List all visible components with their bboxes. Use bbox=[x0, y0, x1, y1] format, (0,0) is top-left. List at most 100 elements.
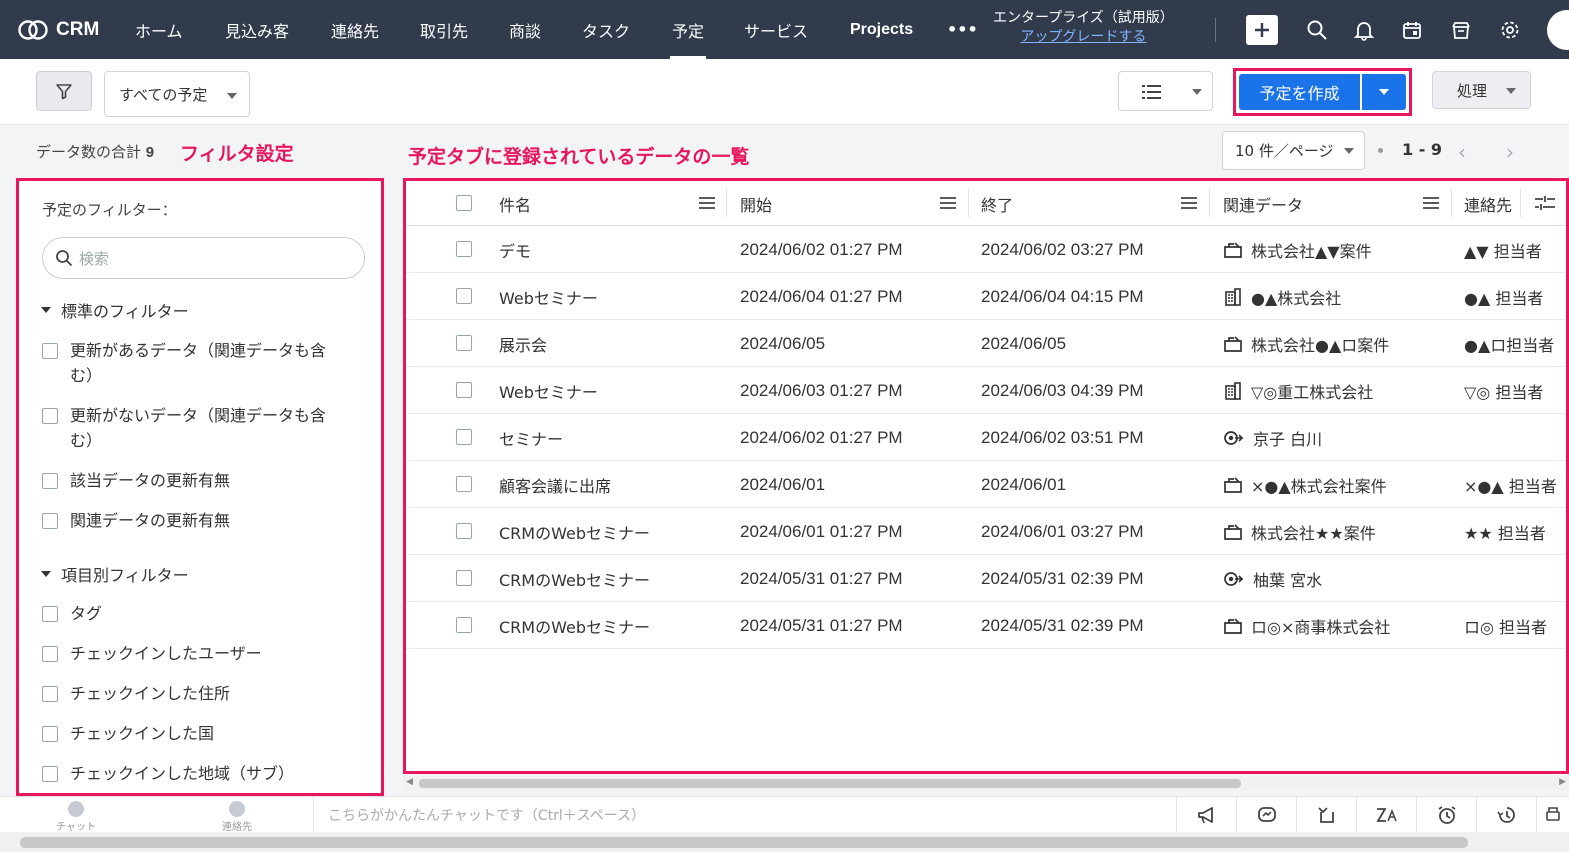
cell-subject[interactable]: CRMのWebセミナー bbox=[499, 555, 650, 602]
actions-button[interactable]: 処理 bbox=[1432, 71, 1531, 109]
column-header-related[interactable]: 関連データ bbox=[1223, 181, 1303, 226]
cell-related[interactable]: ロ◎×商事株式会社 bbox=[1223, 602, 1390, 649]
footer-translate-button[interactable] bbox=[1356, 797, 1416, 832]
field-filter-item[interactable]: チェックインした住所 bbox=[42, 681, 342, 706]
cell-subject[interactable]: 顧客会議に出席 bbox=[499, 461, 611, 508]
footer-announce-button[interactable] bbox=[1176, 797, 1236, 832]
calendar-button[interactable] bbox=[1396, 14, 1428, 46]
scrollbar-thumb[interactable] bbox=[419, 779, 1241, 788]
table-row[interactable]: Webセミナー 2024/06/04 01:27 PM 2024/06/04 04:… bbox=[406, 273, 1566, 320]
create-event-dropdown[interactable] bbox=[1362, 74, 1406, 110]
select-all-checkbox[interactable] bbox=[456, 195, 472, 211]
cell-contact[interactable]: ●▲ロ担当者 bbox=[1464, 320, 1554, 367]
settings-button[interactable] bbox=[1494, 14, 1526, 46]
cell-related[interactable]: 株式会社●▲ロ案件 bbox=[1223, 320, 1389, 367]
filter-toggle-button[interactable] bbox=[36, 71, 92, 111]
footer-history-button[interactable] bbox=[1476, 797, 1536, 832]
checkbox[interactable] bbox=[42, 408, 58, 424]
table-row[interactable]: CRMのWebセミナー 2024/06/01 01:27 PM 2024/06/01… bbox=[406, 508, 1566, 555]
table-horizontal-scrollbar[interactable]: ◀ ▶ bbox=[403, 776, 1569, 790]
column-header-start[interactable]: 開始 bbox=[740, 181, 772, 226]
quick-create-button[interactable] bbox=[1246, 15, 1278, 45]
field-filter-item[interactable]: タグ bbox=[42, 601, 342, 626]
search-button[interactable] bbox=[1301, 14, 1333, 46]
scroll-right-arrow[interactable]: ▶ bbox=[1559, 777, 1566, 787]
prev-page-button[interactable]: ‹ bbox=[1458, 140, 1466, 164]
nav-events[interactable]: 予定 bbox=[669, 0, 707, 59]
cell-subject[interactable]: Webセミナー bbox=[499, 273, 598, 320]
footer-reminder-button[interactable] bbox=[1416, 797, 1476, 832]
per-page-selector[interactable]: 10 件／ページ bbox=[1222, 131, 1365, 170]
cell-subject[interactable]: デモ bbox=[499, 226, 531, 273]
field-filter-section[interactable]: 項目別フィルター bbox=[41, 562, 189, 586]
cell-contact[interactable]: ロ◎ 担当者 bbox=[1464, 602, 1547, 649]
field-filter-item[interactable]: チェックインしたユーザー bbox=[42, 641, 342, 666]
cell-subject[interactable]: CRMのWebセミナー bbox=[499, 602, 650, 649]
row-checkbox[interactable] bbox=[456, 570, 472, 586]
footer-contacts-button[interactable]: 連絡先 bbox=[197, 799, 277, 833]
page-horizontal-scrollbar[interactable] bbox=[0, 832, 1569, 852]
scrollbar-thumb[interactable] bbox=[20, 837, 1468, 848]
column-menu-icon[interactable] bbox=[1422, 196, 1440, 210]
notifications-button[interactable] bbox=[1348, 14, 1380, 46]
footer-sync-button[interactable] bbox=[1296, 797, 1356, 832]
standard-filter-item[interactable]: 更新があるデータ（関連データも含む） bbox=[42, 338, 342, 388]
table-row[interactable]: セミナー 2024/06/02 01:27 PM 2024/06/02 03:51 … bbox=[406, 414, 1566, 461]
nav-home[interactable]: ホーム bbox=[135, 0, 183, 59]
checkbox[interactable] bbox=[42, 726, 58, 742]
cell-contact[interactable]: ▽◎ 担当者 bbox=[1464, 367, 1543, 414]
cell-related[interactable]: 柚葉 宮水 bbox=[1223, 555, 1322, 602]
table-row[interactable]: Webセミナー 2024/06/03 01:27 PM 2024/06/03 04:… bbox=[406, 367, 1566, 414]
row-checkbox[interactable] bbox=[456, 523, 472, 539]
nav-contacts[interactable]: 連絡先 bbox=[331, 0, 379, 59]
app-logo[interactable]: CRM bbox=[18, 19, 118, 41]
table-row[interactable]: 顧客会議に出席 2024/06/01 2024/06/01 ×●▲株式会社案件 ×●▲ … bbox=[406, 461, 1566, 508]
checkbox[interactable] bbox=[42, 513, 58, 529]
view-selector[interactable]: すべての予定 bbox=[104, 71, 250, 117]
table-row[interactable]: 展示会 2024/06/05 2024/06/05 株式会社●▲ロ案件 ●▲ロ担当者 bbox=[406, 320, 1566, 367]
cell-related[interactable]: 株式会社▲▼案件 bbox=[1223, 226, 1372, 273]
cell-contact[interactable]: ▲▼ 担当者 bbox=[1464, 226, 1542, 273]
checkbox[interactable] bbox=[42, 646, 58, 662]
table-row[interactable]: CRMのWebセミナー 2024/05/31 01:27 PM 2024/05/31… bbox=[406, 555, 1566, 602]
user-avatar[interactable] bbox=[1547, 10, 1569, 50]
checkbox[interactable] bbox=[42, 686, 58, 702]
cell-related[interactable]: 株式会社★★案件 bbox=[1223, 508, 1376, 555]
column-header-contact[interactable]: 連絡先 bbox=[1464, 181, 1512, 226]
standard-filter-item[interactable]: 該当データの更新有無 bbox=[42, 468, 342, 493]
cell-subject[interactable]: 展示会 bbox=[499, 320, 547, 367]
cell-related[interactable]: ×●▲株式会社案件 bbox=[1223, 461, 1387, 508]
row-checkbox[interactable] bbox=[456, 429, 472, 445]
column-menu-icon[interactable] bbox=[698, 196, 716, 210]
column-menu-icon[interactable] bbox=[1180, 196, 1198, 210]
upgrade-link[interactable]: アップグレードする bbox=[993, 28, 1174, 47]
cell-contact[interactable]: ●▲ 担当者 bbox=[1464, 273, 1543, 320]
checkbox[interactable] bbox=[42, 606, 58, 622]
cell-contact[interactable]: ×●▲ 担当者 bbox=[1464, 461, 1557, 508]
footer-chat-button[interactable]: チャット bbox=[36, 799, 116, 833]
cell-subject[interactable]: セミナー bbox=[499, 414, 563, 461]
field-filter-item[interactable]: チェックインした国 bbox=[42, 721, 342, 746]
cell-subject[interactable]: CRMのWebセミナー bbox=[499, 508, 650, 555]
cell-subject[interactable]: Webセミナー bbox=[499, 367, 598, 414]
footer-print-button[interactable] bbox=[1536, 797, 1569, 832]
checkbox[interactable] bbox=[42, 343, 58, 359]
standard-filter-item[interactable]: 関連データの更新有無 bbox=[42, 508, 342, 533]
standard-filter-item[interactable]: 更新がないデータ（関連データも含む） bbox=[42, 403, 342, 453]
cell-related[interactable]: 京子 白川 bbox=[1223, 414, 1322, 461]
row-checkbox[interactable] bbox=[456, 476, 472, 492]
nav-tasks[interactable]: タスク bbox=[582, 0, 630, 59]
nav-projects[interactable]: Projects bbox=[850, 0, 913, 59]
row-checkbox[interactable] bbox=[456, 288, 472, 304]
table-row[interactable]: CRMのWebセミナー 2024/05/31 01:27 PM 2024/05/31… bbox=[406, 602, 1566, 649]
nav-deals[interactable]: 商談 bbox=[509, 0, 541, 59]
cell-contact[interactable]: ★★ 担当者 bbox=[1464, 508, 1546, 555]
table-row[interactable]: デモ 2024/06/02 01:27 PM 2024/06/02 03:27 PM… bbox=[406, 226, 1566, 273]
next-page-button[interactable]: › bbox=[1506, 140, 1514, 164]
standard-filter-section[interactable]: 標準のフィルター bbox=[41, 298, 189, 322]
column-menu-icon[interactable] bbox=[939, 196, 957, 210]
row-checkbox[interactable] bbox=[456, 382, 472, 398]
row-checkbox[interactable] bbox=[456, 617, 472, 633]
column-header-end[interactable]: 終了 bbox=[981, 181, 1013, 226]
field-filter-item[interactable]: チェックインした地域（サブ） bbox=[42, 761, 342, 786]
